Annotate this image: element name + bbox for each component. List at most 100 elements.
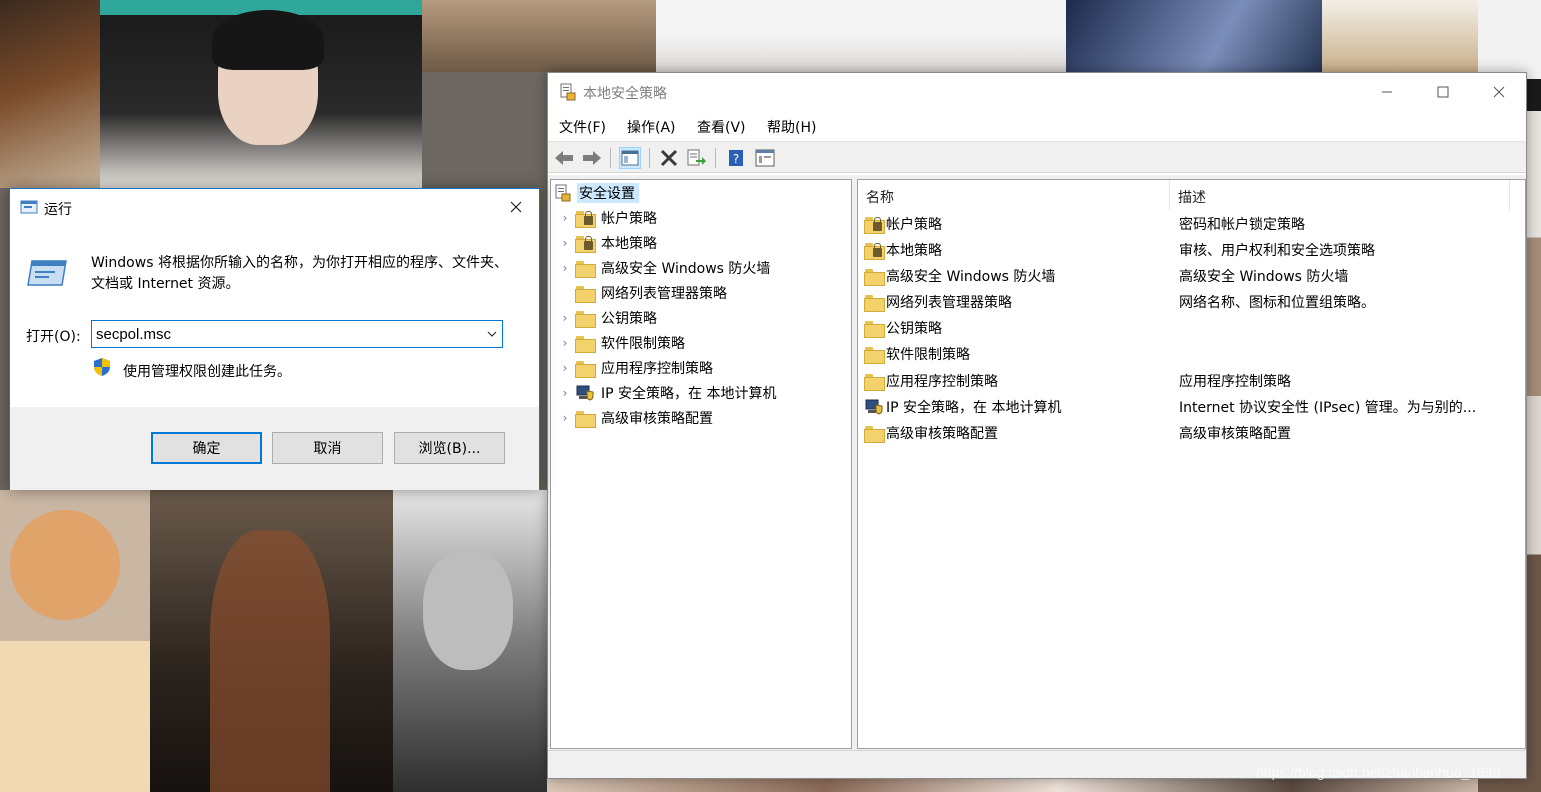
tree-item-label: 高级安全 Windows 防火墙 (601, 261, 771, 277)
properties-icon[interactable] (754, 147, 776, 169)
export-list-icon[interactable] (686, 147, 708, 169)
list-item-network-list-manager[interactable]: 网络列表管理器策略 网络名称、图标和位置组策略。 (858, 289, 1518, 313)
forward-arrow-icon[interactable] (581, 147, 603, 169)
tree-item-label: IP 安全策略，在 本地计算机 (601, 386, 777, 402)
chevron-right-icon[interactable]: › (555, 361, 575, 375)
tree-root-security-settings[interactable]: 安全设置 (553, 182, 639, 204)
tree-item-software-restriction[interactable]: › 软件限制策略 (555, 332, 685, 354)
ok-button[interactable]: 确定 (151, 432, 262, 464)
console-tree: 安全设置 › 帐户策略 › 本地策略 › 高级安全 Windows 防火墙 网络… (550, 179, 852, 749)
open-input[interactable] (96, 324, 476, 344)
show-hide-console-tree-icon[interactable] (619, 147, 641, 169)
open-label: 打开(O): (26, 329, 81, 345)
tree-item-label: 高级审核策略配置 (601, 411, 713, 427)
menu-file[interactable]: 文件(F) (559, 117, 606, 137)
tree-item-application-control[interactable]: › 应用程序控制策略 (555, 357, 713, 379)
run-icon (20, 199, 38, 219)
list-item-name: 公钥策略 (886, 321, 942, 337)
computer-shield-icon (864, 398, 886, 416)
delete-icon[interactable] (658, 147, 680, 169)
chevron-right-icon[interactable]: › (555, 211, 575, 225)
wallpaper-photo (1066, 0, 1322, 72)
chevron-right-icon[interactable]: › (555, 261, 575, 275)
minimize-button[interactable] (1358, 73, 1415, 111)
folder-lock-icon (575, 209, 597, 228)
chevron-down-icon[interactable] (485, 326, 499, 342)
list-item-description: Internet 协议安全性 (IPsec) 管理。为与别的... (1179, 400, 1477, 416)
list-item-account-policies[interactable]: 帐户策略 密码和帐户锁定策略 (858, 211, 1518, 235)
list-item-name: 帐户策略 (886, 217, 942, 233)
chevron-right-icon[interactable]: › (555, 386, 575, 400)
close-button[interactable] (1470, 73, 1527, 111)
menu-view[interactable]: 查看(V) (697, 117, 746, 137)
tree-item-public-key-policies[interactable]: › 公钥策略 (555, 307, 657, 329)
list-item-description: 密码和帐户锁定策略 (1179, 217, 1305, 233)
back-arrow-icon[interactable] (553, 147, 575, 169)
menu-help[interactable]: 帮助(H) (767, 117, 816, 137)
help-icon[interactable]: ? (725, 147, 747, 169)
list-item-name: 网络列表管理器策略 (886, 295, 1012, 311)
local-security-policy-window: 本地安全策略 文件(F) 操作(A) 查看(V) 帮助(H) ? 安全设置 › … (547, 72, 1527, 779)
chevron-right-icon[interactable]: › (555, 236, 575, 250)
watermark: https://blog.csdn.net/zhaotianhuo_1998 (1256, 764, 1501, 780)
run-dialog: 运行 Windows 将根据你所输入的名称，为你打开相应的程序、文件夹、文档或 … (9, 188, 540, 490)
close-icon[interactable] (493, 189, 539, 225)
folder-lock-icon (864, 215, 886, 234)
list-item-description: 网络名称、图标和位置组策略。 (1179, 295, 1375, 311)
list-item-description: 审核、用户权利和安全选项策略 (1179, 243, 1375, 259)
tree-item-ip-security[interactable]: › IP 安全策略，在 本地计算机 (555, 382, 776, 404)
list-item-public-key-policies[interactable]: 公钥策略 (858, 315, 1518, 339)
details-list: 名称 描述 帐户策略 密码和帐户锁定策略 本地策略 审核、用户权利和安全选项策略… (857, 179, 1526, 749)
folder-icon (864, 293, 886, 312)
chevron-right-icon[interactable]: › (555, 311, 575, 325)
dialog-description: Windows 将根据你所输入的名称，为你打开相应的程序、文件夹、文档或 Int… (91, 255, 508, 292)
tree-item-label: 应用程序控制策略 (601, 361, 713, 377)
wallpaper-photo (100, 0, 422, 188)
column-header-name[interactable]: 名称 (858, 180, 1170, 210)
list-item-application-control[interactable]: 应用程序控制策略 应用程序控制策略 (858, 368, 1518, 392)
tree-item-advanced-audit[interactable]: › 高级审核策略配置 (555, 407, 713, 429)
dialog-title-bar: 运行 (10, 189, 539, 225)
tree-item-label: 帐户策略 (601, 211, 657, 227)
tree-item-local-policies[interactable]: › 本地策略 (555, 232, 657, 254)
toolbar-separator (715, 148, 716, 168)
tree-item-account-policies[interactable]: › 帐户策略 (555, 207, 657, 229)
tree-item-label: 本地策略 (601, 236, 657, 252)
open-combobox[interactable] (91, 320, 503, 348)
pane-area: 安全设置 › 帐户策略 › 本地策略 › 高级安全 Windows 防火墙 网络… (548, 175, 1526, 751)
wallpaper-photo (393, 490, 547, 792)
tree-item-network-list-manager[interactable]: 网络列表管理器策略 (555, 282, 727, 304)
folder-icon (575, 359, 597, 378)
dialog-title: 运行 (44, 202, 72, 218)
tree-root-label: 安全设置 (577, 183, 639, 203)
folder-icon (864, 372, 886, 391)
maximize-button[interactable] (1414, 73, 1471, 111)
folder-icon (864, 267, 886, 286)
menu-action[interactable]: 操作(A) (627, 117, 676, 137)
dialog-footer: 确定 取消 浏览(B)... (10, 407, 539, 490)
computer-shield-icon (575, 384, 597, 402)
tree-item-label: 公钥策略 (601, 311, 657, 327)
svg-text:?: ? (733, 152, 739, 166)
list-item-software-restriction[interactable]: 软件限制策略 (858, 341, 1518, 365)
folder-icon (575, 334, 597, 353)
list-item-advanced-audit[interactable]: 高级审核策略配置 高级审核策略配置 (858, 420, 1518, 444)
folder-lock-icon (864, 241, 886, 260)
list-item-description: 高级审核策略配置 (1179, 426, 1291, 442)
folder-icon (864, 345, 886, 364)
list-item-description: 高级安全 Windows 防火墙 (1179, 269, 1349, 285)
run-program-icon (26, 257, 68, 293)
list-item-windows-firewall[interactable]: 高级安全 Windows 防火墙 高级安全 Windows 防火墙 (858, 263, 1518, 287)
list-item-name: 软件限制策略 (886, 347, 970, 363)
wallpaper-photo (1322, 0, 1478, 72)
list-item-ip-security[interactable]: IP 安全策略，在 本地计算机 Internet 协议安全性 (IPsec) 管… (858, 394, 1518, 418)
browse-button[interactable]: 浏览(B)... (394, 432, 505, 464)
chevron-right-icon[interactable]: › (555, 411, 575, 425)
list-item-local-policies[interactable]: 本地策略 审核、用户权利和安全选项策略 (858, 237, 1518, 261)
chevron-right-icon[interactable]: › (555, 336, 575, 350)
cancel-button[interactable]: 取消 (272, 432, 383, 464)
tree-item-windows-firewall[interactable]: › 高级安全 Windows 防火墙 (555, 257, 770, 279)
column-header-description[interactable]: 描述 (1170, 180, 1510, 210)
menu-bar: 文件(F) 操作(A) 查看(V) 帮助(H) (548, 111, 1526, 139)
folder-icon (575, 259, 597, 278)
